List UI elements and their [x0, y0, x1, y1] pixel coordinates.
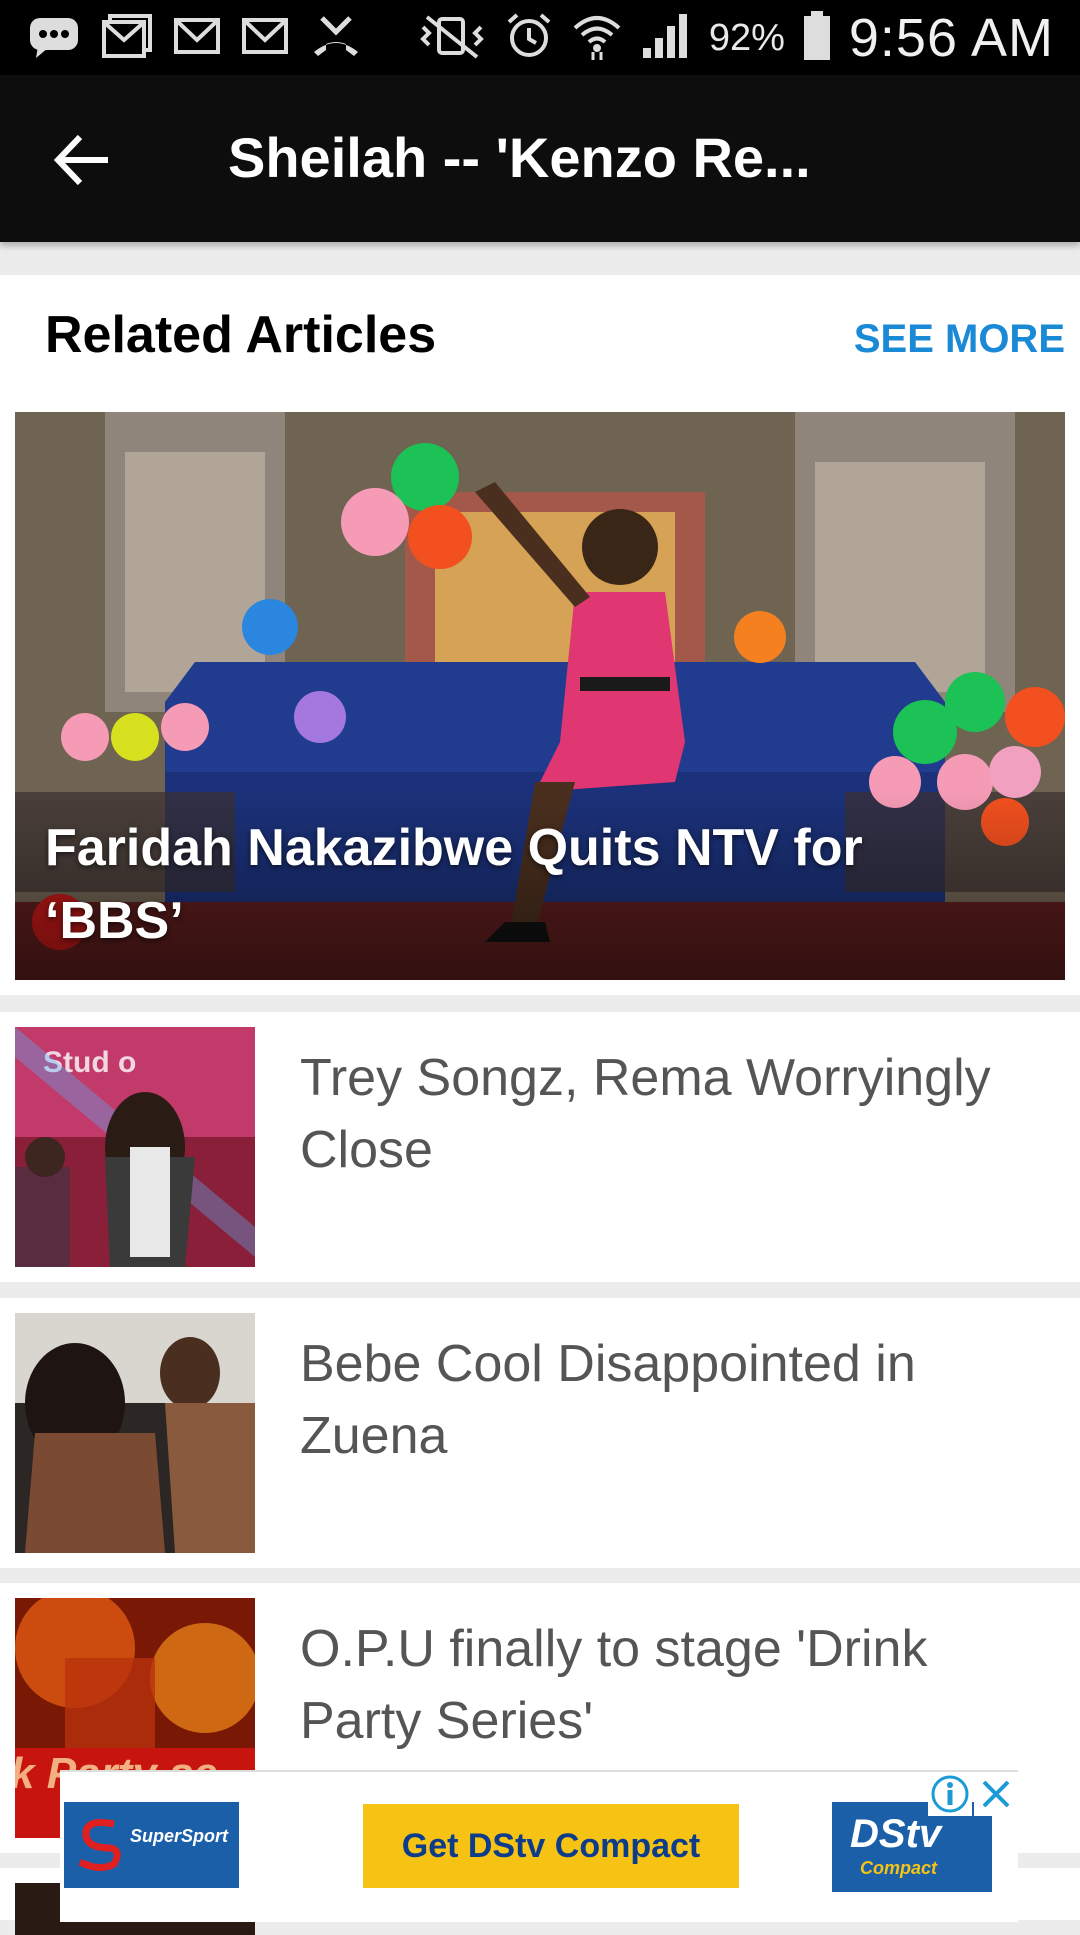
list-item[interactable]: Bebe Cool Disappointed in Zuena	[0, 1298, 1080, 1568]
article-thumbnail	[15, 1313, 255, 1553]
back-button[interactable]	[50, 127, 116, 193]
ad-info-button[interactable]	[928, 1772, 972, 1816]
wifi-icon	[571, 12, 623, 65]
featured-article[interactable]: Faridah Nakazibwe Quits NTV for ‘BBS’	[15, 412, 1065, 980]
related-articles-section: Related Articles SEE MORE Faridah Nakazi…	[0, 275, 1080, 995]
article-title: O.P.U finally to stage 'Drink Party Seri…	[300, 1620, 928, 1750]
message-icon	[28, 14, 80, 63]
supersport-label: SuperSport	[130, 1826, 229, 1846]
supersport-logo: SuperSport	[64, 1802, 239, 1888]
page-title: Sheilah -- 'Kenzo Re...	[228, 126, 811, 189]
battery-icon	[803, 10, 831, 66]
battery-percent: 92%	[708, 16, 785, 59]
missed-call-icon	[310, 14, 362, 63]
article-title: Bebe Cool Disappointed in Zuena	[300, 1335, 916, 1465]
dstv-sub-label: Compact	[860, 1858, 938, 1878]
arrow-back-icon	[53, 134, 108, 186]
vibrate-icon	[417, 13, 487, 64]
get-dstv-button[interactable]: Get DStv Compact	[363, 1804, 739, 1888]
notification-icons	[28, 12, 362, 64]
close-icon	[982, 1780, 1010, 1808]
alarm-icon	[505, 12, 553, 65]
system-icons: 92% 9:56 AM	[417, 8, 1054, 68]
status-bar: 92% 9:56 AM	[0, 0, 1080, 75]
featured-article-title: Faridah Nakazibwe Quits NTV for ‘BBS’	[45, 819, 863, 950]
article-title: Trey Songz, Rema Worryingly Close	[300, 1049, 991, 1179]
dstv-label: DStv	[850, 1812, 942, 1856]
gmail-icon	[242, 16, 288, 61]
signal-icon	[641, 12, 691, 65]
clock: 9:56 AM	[848, 8, 1054, 68]
see-more-link[interactable]: SEE MORE	[854, 317, 1065, 362]
app-bar: Sheilah -- 'Kenzo Re...	[0, 75, 1080, 242]
list-item[interactable]: Stud o Trey Songz, Rema Worryingly Close	[0, 1012, 1080, 1282]
ad-close-button[interactable]	[974, 1772, 1018, 1816]
gmail-icon	[102, 13, 152, 63]
info-icon	[931, 1775, 969, 1813]
ad-banner[interactable]: SuperSport Get DStv Compact DStv Compact	[60, 1770, 1018, 1922]
article-thumbnail: Stud o	[15, 1027, 255, 1267]
gmail-icon	[174, 16, 220, 61]
section-heading: Related Articles	[45, 306, 437, 364]
